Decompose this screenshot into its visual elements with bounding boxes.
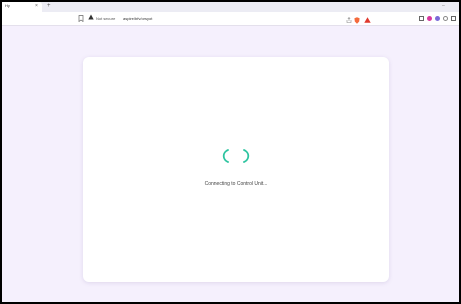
extension-icon[interactable]: [435, 16, 440, 21]
content-card: Connecting to Control Unit...: [83, 57, 389, 282]
browser-toolbar: Not secure aspire/bfv/orsyot: [2, 12, 459, 26]
url-text[interactable]: aspire/bfv/orsyot: [123, 16, 152, 21]
bookmark-icon[interactable]: [78, 15, 84, 25]
extension-icon[interactable]: [443, 16, 448, 21]
address-bar[interactable]: Not secure aspire/bfv/orsyot: [88, 14, 372, 24]
tab-active[interactable]: Hy ×: [2, 2, 42, 12]
close-tab-icon[interactable]: ×: [35, 3, 38, 9]
warning-icon[interactable]: [88, 14, 94, 23]
loading-message: Connecting to Control Unit...: [204, 181, 268, 187]
minimize-window-button[interactable]: –: [442, 3, 445, 9]
sidebar-icon[interactable]: [419, 16, 424, 21]
loading-spinner-icon: [222, 149, 250, 163]
share-icon[interactable]: [346, 17, 352, 26]
triangle-icon[interactable]: [364, 17, 371, 26]
menu-icon[interactable]: [451, 16, 456, 21]
shield-icon[interactable]: [354, 17, 360, 27]
new-tab-button[interactable]: +: [47, 2, 51, 10]
extension-icon[interactable]: [427, 16, 432, 21]
tab-title: Hy: [5, 3, 10, 8]
tab-strip: Hy × + –: [2, 2, 459, 12]
browser-window: Hy × + – Not secure aspire/bfv/orsyot Co…: [2, 2, 459, 302]
security-label[interactable]: Not secure: [96, 16, 115, 21]
